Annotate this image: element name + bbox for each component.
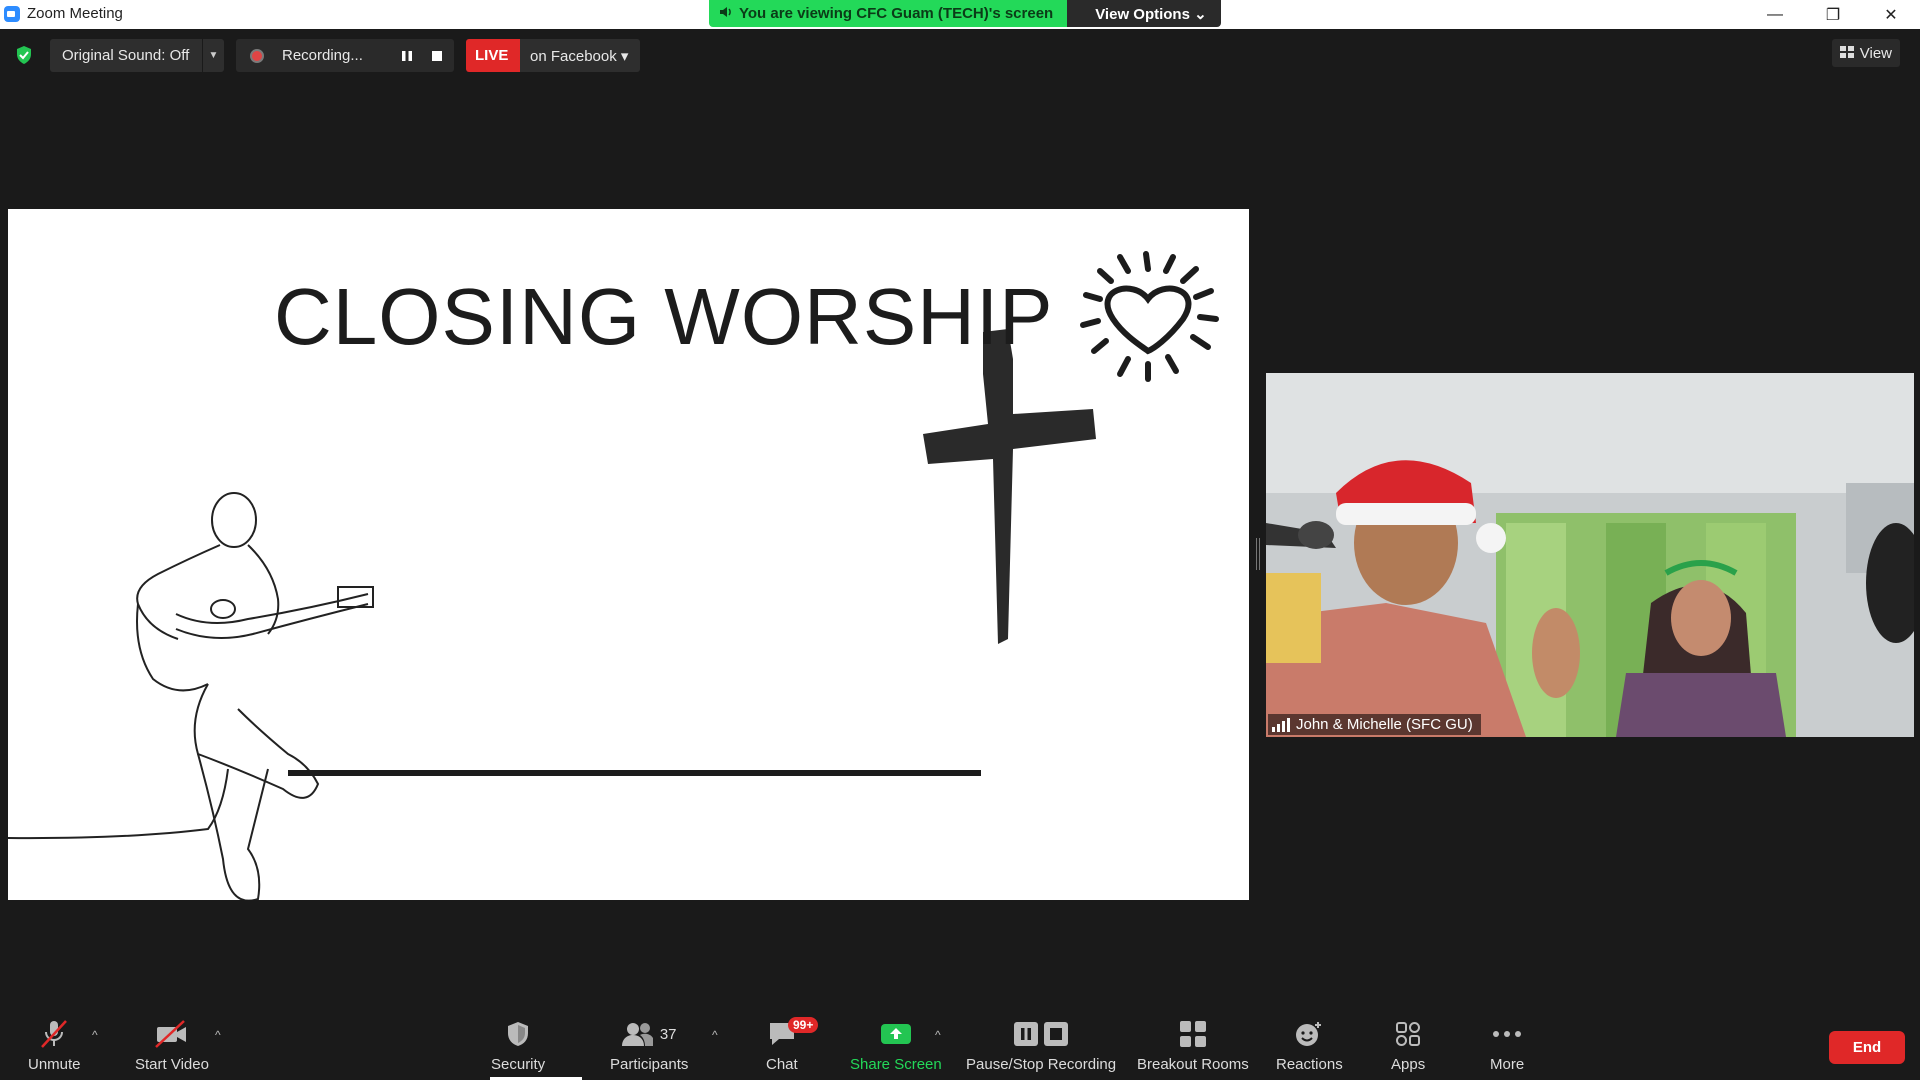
breakout-rooms-label: Breakout Rooms bbox=[1137, 1056, 1249, 1073]
live-target-dropdown[interactable]: on Facebook ▾ bbox=[520, 39, 640, 72]
participants-options-caret-icon[interactable]: ^ bbox=[712, 1028, 718, 1042]
end-meeting-button[interactable]: End bbox=[1829, 1031, 1905, 1064]
chevron-down-icon[interactable]: ▼ bbox=[202, 39, 224, 72]
video-frame bbox=[1266, 373, 1914, 737]
view-label: View bbox=[1859, 44, 1892, 62]
video-off-icon bbox=[154, 1018, 190, 1050]
viewing-banner: You are viewing CFC Guam (TECH)'s screen… bbox=[709, 0, 1221, 27]
participant-name: John & Michelle (SFC GU) bbox=[1296, 716, 1473, 733]
muted-microphone-icon bbox=[38, 1018, 70, 1050]
view-options-button[interactable]: View Options ⌄ bbox=[1067, 0, 1221, 27]
chat-unread-badge: 99+ bbox=[788, 1017, 819, 1033]
close-button[interactable]: ✕ bbox=[1862, 0, 1920, 29]
apps-button[interactable]: Apps bbox=[1391, 1018, 1425, 1073]
live-target-label: on Facebook bbox=[530, 48, 617, 65]
share-screen-label: Share Screen bbox=[850, 1056, 942, 1073]
viewing-notice: You are viewing CFC Guam (TECH)'s screen bbox=[709, 0, 1068, 27]
share-screen-button[interactable]: Share Screen bbox=[850, 1018, 942, 1073]
shield-icon bbox=[505, 1018, 531, 1050]
recording-indicator: Recording... bbox=[236, 39, 454, 72]
more-dots-icon bbox=[1492, 1018, 1522, 1050]
original-sound-label: Original Sound: Off bbox=[62, 47, 190, 64]
view-button[interactable]: View bbox=[1831, 39, 1900, 67]
pause-recording-button[interactable] bbox=[392, 39, 422, 72]
audio-options-caret-icon[interactable]: ^ bbox=[92, 1028, 98, 1042]
participants-button[interactable]: 37 Participants bbox=[610, 1018, 688, 1073]
security-shield-icon[interactable] bbox=[14, 45, 34, 65]
share-options-caret-icon[interactable]: ^ bbox=[935, 1028, 941, 1042]
share-screen-icon bbox=[880, 1018, 912, 1050]
pause-stop-icon bbox=[1012, 1018, 1070, 1050]
participants-label: Participants bbox=[610, 1056, 689, 1073]
apps-icon bbox=[1395, 1018, 1421, 1050]
recording-label: Recording... bbox=[282, 47, 363, 64]
apps-label: Apps bbox=[1391, 1056, 1426, 1073]
reactions-label: Reactions bbox=[1276, 1056, 1343, 1073]
stop-recording-button[interactable] bbox=[422, 39, 452, 72]
meeting-controls-bar bbox=[0, 1010, 1920, 1080]
minimize-button[interactable]: — bbox=[1746, 0, 1804, 29]
security-button[interactable]: Security bbox=[491, 1018, 545, 1073]
live-stream-indicator[interactable]: LIVE on Facebook ▾ bbox=[466, 39, 640, 72]
more-label: More bbox=[1490, 1056, 1525, 1073]
signal-strength-icon bbox=[1272, 717, 1290, 732]
unmute-label: Unmute bbox=[28, 1056, 81, 1073]
pause-stop-recording-label: Pause/Stop Recording bbox=[966, 1056, 1117, 1073]
original-sound-button[interactable]: Original Sound: Off ▼ bbox=[50, 39, 224, 72]
window-title: Zoom Meeting bbox=[27, 5, 123, 22]
window-controls: — ❐ ✕ bbox=[1746, 0, 1920, 29]
viewing-text: You are viewing CFC Guam (TECH)'s screen bbox=[739, 5, 1054, 22]
live-badge: LIVE bbox=[466, 39, 520, 72]
breakout-rooms-button[interactable]: Breakout Rooms bbox=[1137, 1018, 1249, 1073]
participants-count: 37 bbox=[659, 1025, 677, 1043]
panel-resize-handle[interactable] bbox=[1256, 538, 1260, 570]
slide-title: CLOSING WORSHIP bbox=[274, 272, 1054, 361]
title-underline bbox=[288, 770, 981, 776]
breakout-rooms-icon bbox=[1179, 1018, 1207, 1050]
restore-button[interactable]: ❐ bbox=[1804, 0, 1862, 29]
reactions-button[interactable]: Reactions bbox=[1276, 1018, 1343, 1073]
participants-icon: 37 bbox=[621, 1018, 677, 1050]
smiley-icon bbox=[1294, 1018, 1324, 1050]
recording-dot-icon bbox=[250, 48, 264, 63]
unmute-button[interactable]: Unmute bbox=[28, 1018, 81, 1073]
speaker-icon bbox=[719, 5, 733, 27]
pause-stop-recording-button[interactable]: Pause/Stop Recording bbox=[966, 1018, 1116, 1073]
participant-name-tag: John & Michelle (SFC GU) bbox=[1268, 714, 1481, 735]
grid-view-icon bbox=[1839, 45, 1854, 62]
video-options-caret-icon[interactable]: ^ bbox=[215, 1028, 221, 1042]
start-video-button[interactable]: Start Video bbox=[135, 1018, 209, 1073]
zoom-app-icon bbox=[4, 6, 20, 22]
chat-label: Chat bbox=[766, 1056, 798, 1073]
security-label: Security bbox=[491, 1056, 546, 1073]
more-button[interactable]: More bbox=[1490, 1018, 1524, 1073]
start-video-label: Start Video bbox=[135, 1056, 209, 1073]
participant-video-tile[interactable]: John & Michelle (SFC GU) bbox=[1266, 373, 1914, 737]
